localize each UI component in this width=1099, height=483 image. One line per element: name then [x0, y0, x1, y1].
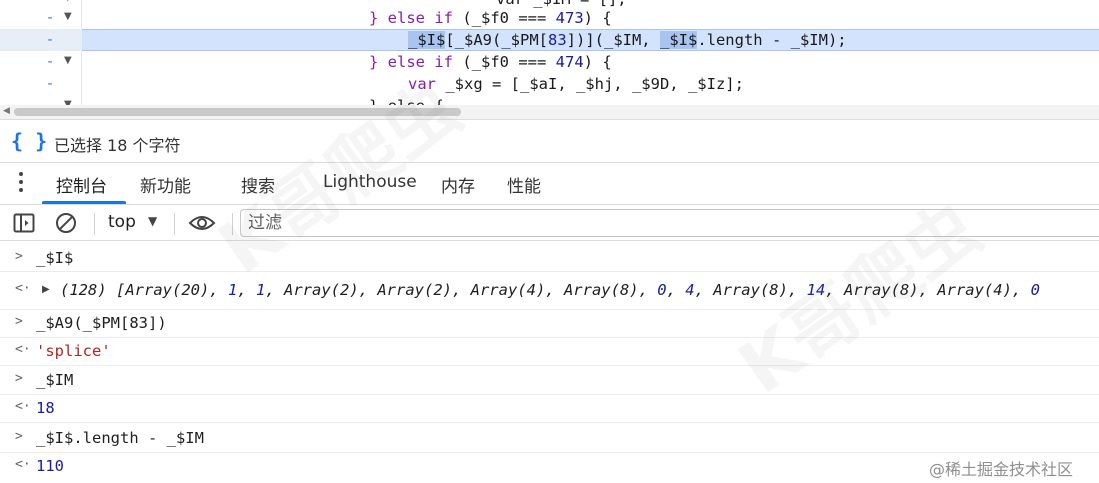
diff-marker: -: [44, 0, 56, 7]
code-line[interactable]: - ▼ } else if (_$f0 === 473) {: [0, 7, 1099, 29]
result-prompt-icon: <·: [15, 281, 31, 296]
code-text: _$I$[_$A9(_$PM[83])](_$IM, _$I$.length -…: [408, 31, 847, 49]
code-text: } else if (_$f0 === 473) {: [369, 9, 612, 27]
tab-lighthouse[interactable]: Lighthouse: [323, 172, 417, 192]
input-prompt-icon: >: [15, 249, 23, 264]
input-prompt-icon: >: [15, 429, 23, 444]
console-input-row: > _$I$: [0, 241, 1099, 272]
filter-input[interactable]: [240, 209, 1099, 237]
console-result-row: <· 'splice': [0, 338, 1099, 366]
scroll-left-icon[interactable]: ◀: [3, 106, 10, 116]
drawer-tab-bar: 控制台 新功能 搜索 Lighthouse 内存 性能: [0, 163, 1099, 205]
clear-console-icon[interactable]: [54, 211, 78, 239]
console-output[interactable]: > _$I$ <· ▶ (128) [Array(20), 1, 1, Arra…: [0, 241, 1099, 483]
number-result: 110: [36, 457, 64, 475]
sidebar-toggle-icon[interactable]: [12, 211, 36, 239]
code-text: } else if (_$f0 === 474) {: [369, 53, 612, 71]
console-input-text: _$IM: [36, 371, 74, 389]
console-input-row: > _$I$.length - _$IM: [0, 423, 1099, 453]
result-prompt-icon: <·: [15, 399, 31, 414]
eye-icon[interactable]: [188, 212, 216, 238]
tab-memory[interactable]: 内存: [441, 172, 475, 197]
code-line-active[interactable]: - _$I$[_$A9(_$PM[83])](_$IM, _$I$.length…: [0, 29, 1099, 51]
console-input-text: _$I$: [36, 249, 74, 267]
code-text: var _$xg = [_$aI, _$hj, _$9D, _$Iz];: [408, 75, 744, 93]
expand-triangle-icon[interactable]: ▶: [42, 284, 50, 295]
selected-text: _$I$: [408, 31, 446, 49]
console-input-row: > _$A9(_$PM[83]): [0, 310, 1099, 338]
string-result: 'splice': [36, 342, 111, 360]
horizontal-scrollbar[interactable]: ◀: [0, 105, 1099, 119]
tab-console[interactable]: 控制台: [56, 172, 107, 197]
console-input-row: > _$IM: [0, 366, 1099, 395]
input-prompt-icon: >: [15, 314, 23, 329]
source-editor[interactable]: - ▼ var _$IM = []; - ▼ } else if (_$f0 =…: [0, 0, 1099, 106]
selected-text: _$I$: [659, 31, 698, 49]
scrollbar-thumb[interactable]: [14, 108, 461, 116]
selection-status-bar: { } 已选择 18 个字符: [0, 119, 1099, 163]
chevron-down-icon[interactable]: ▼: [148, 214, 157, 228]
diff-marker: -: [47, 32, 53, 48]
console-result-row: <· 18: [0, 395, 1099, 423]
console-toolbar: top ▼: [0, 205, 1099, 241]
number-result: 18: [36, 399, 55, 417]
array-preview[interactable]: (128) [Array(20), 1, 1, Array(2), Array(…: [60, 281, 1040, 299]
diff-marker: -: [47, 10, 53, 26]
input-prompt-icon: >: [15, 371, 23, 386]
fold-arrow-icon[interactable]: ▼: [64, 0, 72, 3]
diff-marker: -: [47, 54, 53, 70]
curly-braces-icon[interactable]: { }: [11, 129, 47, 153]
fold-arrow-icon[interactable]: ▼: [64, 55, 72, 66]
code-line[interactable]: - ▼ } else if (_$f0 === 474) {: [0, 51, 1099, 73]
active-tab-indicator: [42, 201, 126, 204]
tab-search[interactable]: 搜索: [241, 172, 275, 197]
more-options-icon[interactable]: [18, 172, 24, 194]
console-input-text: _$I$.length - _$IM: [36, 429, 204, 447]
tab-whats-new[interactable]: 新功能: [140, 172, 191, 197]
tab-performance[interactable]: 性能: [507, 172, 541, 197]
result-prompt-icon: <·: [15, 457, 31, 472]
console-result-row[interactable]: <· ▶ (128) [Array(20), 1, 1, Array(2), A…: [0, 272, 1099, 310]
selection-count-text: 已选择 18 个字符: [54, 136, 181, 155]
result-prompt-icon: <·: [15, 342, 31, 357]
code-line[interactable]: - var _$xg = [_$aI, _$hj, _$9D, _$Iz];: [0, 73, 1099, 95]
console-input-text: _$A9(_$PM[83]): [36, 314, 167, 332]
diff-marker: -: [47, 76, 53, 92]
watermark-credit: @稀土掘金技术社区: [929, 460, 1074, 479]
fold-arrow-icon[interactable]: ▼: [64, 11, 72, 22]
context-selector[interactable]: top: [108, 212, 136, 232]
